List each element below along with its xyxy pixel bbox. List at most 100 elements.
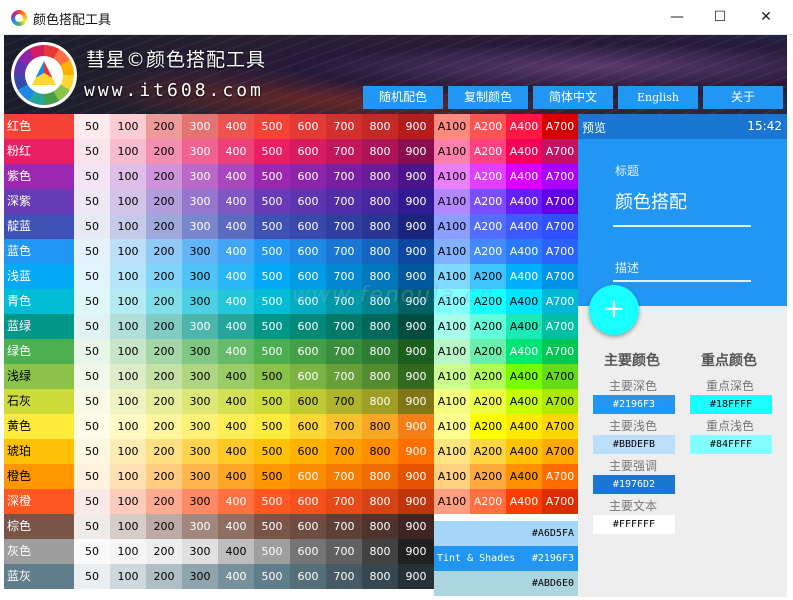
color-swatch[interactable]: 100 — [110, 414, 146, 439]
color-swatch[interactable]: 500 — [254, 464, 290, 489]
primary-light-swatch[interactable]: #BBDEFB — [593, 435, 675, 454]
color-swatch[interactable]: 400 — [218, 464, 254, 489]
color-swatch[interactable]: 700 — [326, 414, 362, 439]
color-swatch[interactable]: 500 — [254, 439, 290, 464]
palette-row-name[interactable]: 蓝灰 — [4, 564, 74, 589]
color-swatch[interactable]: 100 — [110, 314, 146, 339]
color-swatch[interactable]: 300 — [182, 164, 218, 189]
color-swatch[interactable]: 100 — [110, 489, 146, 514]
palette-row-name[interactable]: 橙色 — [4, 464, 74, 489]
accent-swatch[interactable]: A100 — [434, 139, 470, 164]
color-swatch[interactable]: 100 — [110, 539, 146, 564]
color-swatch[interactable]: 200 — [146, 264, 182, 289]
color-swatch[interactable]: 200 — [146, 189, 182, 214]
color-swatch[interactable]: 800 — [362, 164, 398, 189]
accent-light-swatch[interactable]: #84FFFF — [690, 435, 772, 454]
color-swatch[interactable]: 400 — [218, 489, 254, 514]
color-swatch[interactable]: 600 — [290, 439, 326, 464]
accent-swatch[interactable]: A400 — [506, 189, 542, 214]
close-icon[interactable]: ✕ — [743, 0, 789, 35]
color-swatch[interactable]: 300 — [182, 514, 218, 539]
color-swatch[interactable]: 200 — [146, 139, 182, 164]
color-swatch[interactable]: 500 — [254, 514, 290, 539]
accent-swatch[interactable]: A700 — [542, 489, 578, 514]
accent-swatch[interactable]: A100 — [434, 114, 470, 139]
color-swatch[interactable]: 800 — [362, 114, 398, 139]
color-swatch[interactable]: 400 — [218, 139, 254, 164]
add-fab-button[interactable]: + — [589, 285, 639, 335]
accent-swatch[interactable]: A100 — [434, 389, 470, 414]
minimize-icon[interactable]: — — [654, 0, 700, 35]
color-swatch[interactable]: 700 — [326, 339, 362, 364]
color-swatch[interactable]: 600 — [290, 114, 326, 139]
color-swatch[interactable]: 400 — [218, 114, 254, 139]
accent-swatch[interactable]: A200 — [470, 239, 506, 264]
palette-row-name[interactable]: 棕色 — [4, 514, 74, 539]
color-swatch[interactable]: 100 — [110, 439, 146, 464]
accent-swatch[interactable]: A200 — [470, 439, 506, 464]
color-swatch[interactable]: 500 — [254, 264, 290, 289]
color-swatch[interactable]: 200 — [146, 439, 182, 464]
simplified-chinese-button[interactable]: 简体中文 — [533, 86, 613, 109]
accent-swatch[interactable]: A700 — [542, 364, 578, 389]
color-swatch[interactable]: 300 — [182, 489, 218, 514]
accent-swatch[interactable]: A100 — [434, 164, 470, 189]
color-swatch[interactable]: 300 — [182, 364, 218, 389]
color-swatch[interactable]: 50 — [74, 564, 110, 589]
palette-row-name[interactable]: 黄色 — [4, 414, 74, 439]
accent-swatch[interactable]: A700 — [542, 164, 578, 189]
color-swatch[interactable]: 900 — [398, 464, 434, 489]
color-swatch[interactable]: 200 — [146, 464, 182, 489]
color-swatch[interactable]: 500 — [254, 164, 290, 189]
accent-swatch[interactable]: A100 — [434, 489, 470, 514]
color-swatch[interactable]: 400 — [218, 314, 254, 339]
color-swatch[interactable]: 100 — [110, 189, 146, 214]
color-swatch[interactable]: 800 — [362, 464, 398, 489]
color-swatch[interactable]: 400 — [218, 539, 254, 564]
primary-emphasis-swatch[interactable]: #1976D2 — [593, 475, 675, 494]
color-swatch[interactable]: 500 — [254, 189, 290, 214]
accent-swatch[interactable]: A700 — [542, 139, 578, 164]
color-swatch[interactable]: 400 — [218, 564, 254, 589]
color-swatch[interactable]: 200 — [146, 364, 182, 389]
color-swatch[interactable]: 700 — [326, 164, 362, 189]
color-swatch[interactable]: 600 — [290, 464, 326, 489]
color-swatch[interactable]: 500 — [254, 364, 290, 389]
maximize-icon[interactable]: ☐ — [697, 0, 743, 35]
color-swatch[interactable]: 600 — [290, 164, 326, 189]
color-swatch[interactable]: 600 — [290, 489, 326, 514]
color-swatch[interactable]: 50 — [74, 214, 110, 239]
palette-row-name[interactable]: 石灰 — [4, 389, 74, 414]
accent-swatch[interactable]: A700 — [542, 439, 578, 464]
color-swatch[interactable]: 300 — [182, 114, 218, 139]
color-swatch[interactable]: 200 — [146, 289, 182, 314]
color-swatch[interactable]: 300 — [182, 139, 218, 164]
color-swatch[interactable]: 800 — [362, 139, 398, 164]
accent-swatch[interactable]: A200 — [470, 164, 506, 189]
accent-swatch[interactable]: A400 — [506, 264, 542, 289]
color-swatch[interactable]: 300 — [182, 239, 218, 264]
color-swatch[interactable]: 800 — [362, 539, 398, 564]
color-swatch[interactable]: 200 — [146, 389, 182, 414]
tint-shade-swatch[interactable]: #A6D5FA — [434, 521, 578, 546]
color-swatch[interactable]: 200 — [146, 339, 182, 364]
palette-row-name[interactable]: 深紫 — [4, 189, 74, 214]
color-swatch[interactable]: 400 — [218, 289, 254, 314]
color-swatch[interactable]: 900 — [398, 564, 434, 589]
color-swatch[interactable]: 200 — [146, 314, 182, 339]
color-swatch[interactable]: 800 — [362, 364, 398, 389]
color-swatch[interactable]: 900 — [398, 389, 434, 414]
accent-swatch[interactable]: A400 — [506, 339, 542, 364]
color-swatch[interactable]: 200 — [146, 514, 182, 539]
accent-swatch[interactable]: A400 — [506, 164, 542, 189]
color-swatch[interactable]: 400 — [218, 414, 254, 439]
accent-swatch[interactable]: A400 — [506, 289, 542, 314]
color-swatch[interactable]: 900 — [398, 339, 434, 364]
color-swatch[interactable]: 300 — [182, 189, 218, 214]
color-swatch[interactable]: 500 — [254, 214, 290, 239]
color-swatch[interactable]: 600 — [290, 314, 326, 339]
color-swatch[interactable]: 300 — [182, 464, 218, 489]
color-swatch[interactable]: 600 — [290, 239, 326, 264]
accent-swatch[interactable]: A400 — [506, 439, 542, 464]
color-swatch[interactable]: 100 — [110, 164, 146, 189]
